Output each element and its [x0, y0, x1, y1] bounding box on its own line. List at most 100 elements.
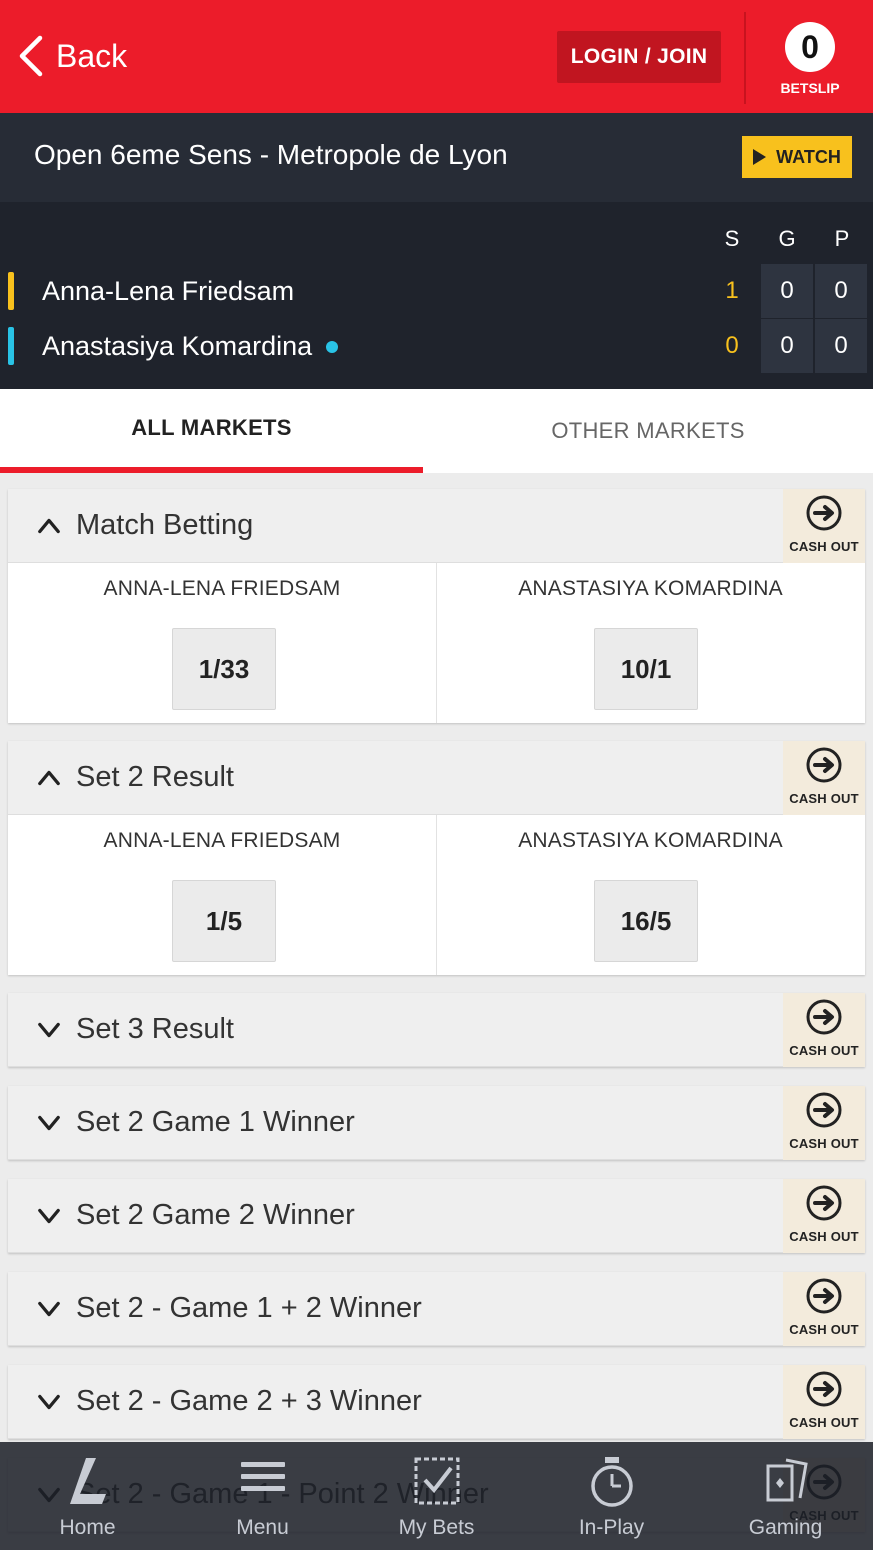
- market-header[interactable]: Set 2 Game 1 Winner CASH OUT: [8, 1086, 865, 1160]
- market-card: Set 2 - Game 1 + 2 Winner CASH OUT: [8, 1272, 865, 1346]
- selection-name: ANASTASIYA KOMARDINA: [518, 577, 783, 600]
- chevron-up-icon: [38, 518, 60, 534]
- betslip-count: 0: [785, 22, 835, 72]
- market-header[interactable]: Set 2 - Game 1 + 2 Winner CASH OUT: [8, 1272, 865, 1346]
- odds-button[interactable]: 1/33: [172, 628, 276, 710]
- watch-button[interactable]: WATCH: [742, 136, 852, 178]
- market-title: Set 2 Result: [76, 761, 234, 793]
- market-card: Set 2 Game 1 Winner CASH OUT: [8, 1086, 865, 1160]
- nav-home-label: Home: [59, 1516, 116, 1539]
- tab-other-markets[interactable]: OTHER MARKETS: [436, 389, 860, 473]
- market-tabs: ALL MARKETS OTHER MARKETS: [0, 389, 873, 473]
- home-logo-icon: [69, 1458, 106, 1504]
- player-name-text: Anna-Lena Friedsam: [42, 276, 295, 306]
- cash-out-label: CASH OUT: [789, 1322, 859, 1337]
- selection: ANNA-LENA FRIEDSAM 1/5: [8, 815, 436, 975]
- market-selections: ANNA-LENA FRIEDSAM 1/5 ANASTASIYA KOMARDIN…: [8, 815, 865, 975]
- cash-out-icon: [806, 1371, 842, 1407]
- player-name: Anna-Lena Friedsam: [42, 276, 294, 307]
- market-card: Match Betting CASH OUT ANNA-LENA FRIEDSAM 1…: [8, 489, 865, 723]
- player-sets: 1: [725, 277, 739, 304]
- bottom-nav: Home Menu My Bets In-Play Gaming: [0, 1442, 873, 1550]
- nav-gaming-label: Gaming: [748, 1516, 823, 1539]
- market-header[interactable]: Set 2 Result CASH OUT: [8, 741, 865, 815]
- nav-home[interactable]: Home: [0, 1442, 175, 1550]
- cash-out-label: CASH OUT: [789, 791, 859, 806]
- chevron-left-icon: [19, 35, 43, 77]
- event-title: Open 6eme Sens - Metropole de Lyon: [34, 139, 508, 170]
- stopwatch-icon: [590, 1457, 633, 1507]
- market-title: Set 2 Game 2 Winner: [76, 1199, 355, 1231]
- betslip-label: BETSLIP: [780, 80, 840, 96]
- chevron-down-icon: [38, 1115, 60, 1131]
- back-button[interactable]: Back: [16, 30, 127, 82]
- cash-out-badge[interactable]: CASH OUT: [783, 1272, 865, 1346]
- market-header[interactable]: Match Betting CASH OUT: [8, 489, 865, 563]
- cash-out-label: CASH OUT: [789, 539, 859, 554]
- market-header[interactable]: Set 3 Result CASH OUT: [8, 993, 865, 1067]
- player-row: Anna-Lena Friedsam 1 0 0: [0, 264, 873, 318]
- market-title: Set 2 - Game 2 + 3 Winner: [76, 1385, 422, 1417]
- market-card: Set 2 - Game 2 + 3 Winner CASH OUT: [8, 1365, 865, 1439]
- cash-out-badge[interactable]: CASH OUT: [783, 1179, 865, 1253]
- selection-name: ANASTASIYA KOMARDINA: [518, 829, 783, 852]
- player-points: 0: [815, 264, 867, 318]
- market-title: Match Betting: [76, 509, 254, 541]
- cards-icon: [766, 1458, 808, 1502]
- cash-out-icon: [806, 1278, 842, 1314]
- cash-out-icon: [806, 495, 842, 531]
- player-points: 0: [815, 319, 867, 373]
- cash-out-icon: [806, 1092, 842, 1128]
- nav-in-play[interactable]: In-Play: [524, 1442, 699, 1550]
- watch-label: WATCH: [776, 146, 841, 167]
- sets-column-header: S: [724, 226, 740, 251]
- selection-name: ANNA-LENA FRIEDSAM: [103, 577, 341, 600]
- player-sets: 0: [725, 332, 739, 359]
- cash-out-badge[interactable]: CASH OUT: [783, 489, 865, 563]
- nav-in-play-label: In-Play: [578, 1516, 645, 1539]
- tab-all-markets[interactable]: ALL MARKETS: [0, 389, 423, 473]
- betslip-button[interactable]: 0 BETSLIP: [772, 22, 848, 102]
- cash-out-badge[interactable]: CASH OUT: [783, 741, 865, 815]
- cash-out-icon: [806, 999, 842, 1035]
- selection: ANNA-LENA FRIEDSAM 1/33: [8, 563, 436, 723]
- chevron-down-icon: [38, 1022, 60, 1038]
- player-row: Anastasiya Komardina 0 0 0: [0, 319, 873, 373]
- cash-out-badge[interactable]: CASH OUT: [783, 1086, 865, 1160]
- market-header[interactable]: Set 2 Game 2 Winner CASH OUT: [8, 1179, 865, 1253]
- cash-out-label: CASH OUT: [789, 1229, 859, 1244]
- play-icon: [753, 149, 767, 165]
- odds-button[interactable]: 1/5: [172, 880, 276, 962]
- nav-menu-label: Menu: [236, 1516, 289, 1539]
- menu-icon: [240, 1462, 285, 1491]
- nav-menu[interactable]: Menu: [175, 1442, 350, 1550]
- event-bar: Open 6eme Sens - Metropole de Lyon WATCH: [0, 113, 873, 202]
- cash-out-icon: [806, 1185, 842, 1221]
- player-name-text: Anastasiya Komardina: [42, 331, 313, 361]
- player-games: 0: [761, 264, 813, 318]
- cash-out-badge[interactable]: CASH OUT: [783, 1365, 865, 1439]
- player-color-bar: [8, 272, 14, 310]
- chevron-down-icon: [38, 1301, 60, 1317]
- serving-indicator-icon: [326, 340, 339, 353]
- cash-out-label: CASH OUT: [789, 1136, 859, 1151]
- nav-gaming[interactable]: Gaming: [698, 1442, 873, 1550]
- my-bets-icon: [414, 1457, 459, 1505]
- chevron-down-icon: [38, 1394, 60, 1410]
- market-title: Set 2 Game 1 Winner: [76, 1106, 355, 1138]
- top-bar: Back LOGIN / JOIN 0 BETSLIP: [0, 0, 873, 113]
- login-join-button[interactable]: LOGIN / JOIN: [557, 31, 721, 83]
- market-title: Set 3 Result: [76, 1013, 234, 1045]
- odds-button[interactable]: 16/5: [594, 880, 698, 962]
- cash-out-label: CASH OUT: [789, 1415, 859, 1430]
- nav-my-bets[interactable]: My Bets: [349, 1442, 524, 1550]
- odds-button[interactable]: 10/1: [594, 628, 698, 710]
- points-column-header: P: [834, 226, 850, 251]
- market-card: Set 3 Result CASH OUT: [8, 993, 865, 1067]
- header-divider: [744, 12, 746, 104]
- nav-my-bets-label: My Bets: [398, 1516, 475, 1539]
- market-header[interactable]: Set 2 - Game 2 + 3 Winner CASH OUT: [8, 1365, 865, 1439]
- chevron-up-icon: [38, 770, 60, 786]
- cash-out-badge[interactable]: CASH OUT: [783, 993, 865, 1067]
- cash-out-icon: [806, 747, 842, 783]
